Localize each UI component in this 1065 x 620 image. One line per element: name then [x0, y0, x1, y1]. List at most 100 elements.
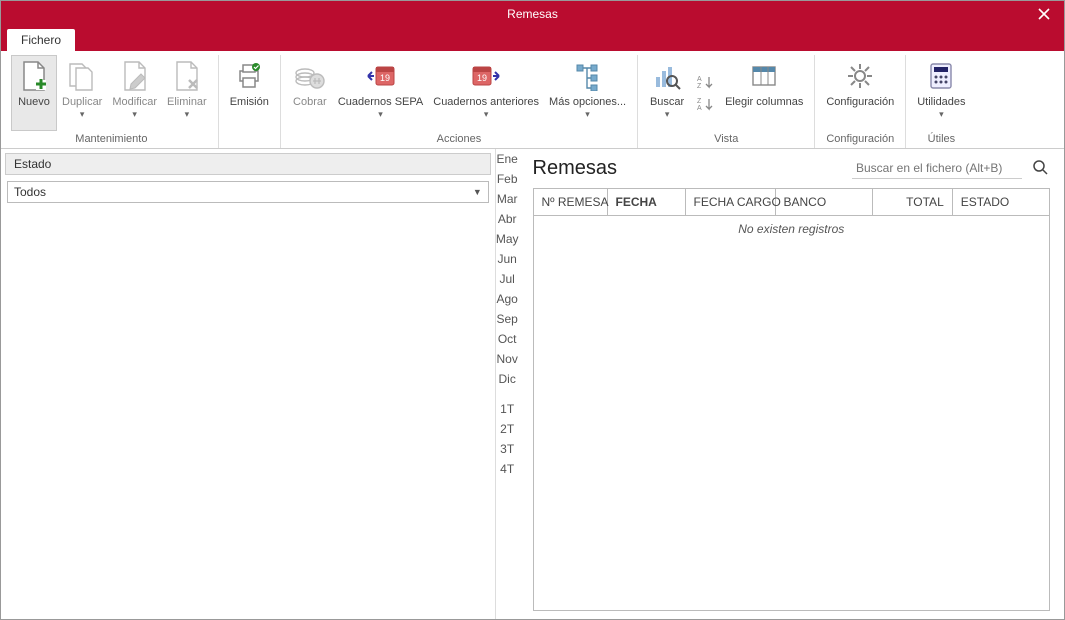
quarter-1t[interactable]: 1T [496, 399, 519, 419]
chevron-down-icon: ▾ [939, 109, 944, 120]
svg-text:19: 19 [380, 73, 390, 83]
ribbon-group-emision: Emisión [219, 55, 281, 148]
col-fecha[interactable]: FECHA [608, 189, 686, 215]
ribbon-group-configuracion: Configuración Configuración [815, 55, 906, 148]
month-may[interactable]: May [496, 229, 519, 249]
cuadernos-anteriores-label: Cuadernos anteriores [433, 96, 539, 109]
quarter-3t[interactable]: 3T [496, 439, 519, 459]
search-icon [1032, 159, 1048, 175]
month-dic[interactable]: Dic [496, 369, 519, 389]
calendar-right-icon: 19 [470, 61, 502, 91]
sort-asc-icon[interactable]: AZ [694, 72, 716, 92]
month-jun[interactable]: Jun [496, 249, 519, 269]
search-input[interactable] [852, 158, 1022, 179]
filter-estado-select[interactable]: Todos ▼ [7, 181, 489, 203]
ribbon-group-title: Vista [644, 131, 808, 149]
emision-button[interactable]: Emisión [225, 55, 274, 131]
close-button[interactable] [1024, 1, 1064, 27]
cuadernos-sepa-button[interactable]: 19 Cuadernos SEPA ▾ [333, 55, 428, 131]
ribbon-group-title: Mantenimiento [11, 131, 212, 149]
col-estado[interactable]: ESTADO [953, 189, 1049, 215]
col-num-remesa[interactable]: Nº REMESA [534, 189, 608, 215]
ribbon-group-title: Útiles [912, 131, 970, 149]
month-jul[interactable]: Jul [496, 269, 519, 289]
sort-desc-icon[interactable]: ZA [694, 94, 716, 114]
month-filter-column: Ene Feb Mar Abr May Jun Jul Ago Sep Oct … [496, 149, 519, 619]
month-abr[interactable]: Abr [496, 209, 519, 229]
filter-panel: Estado Todos ▼ [1, 149, 496, 619]
modificar-label: Modificar [112, 96, 157, 109]
nuevo-label: Nuevo [18, 96, 50, 109]
duplicar-button[interactable]: Duplicar ▾ [57, 55, 107, 131]
col-fecha-cargo[interactable]: FECHA CARGO [686, 189, 776, 215]
search-box [852, 157, 1050, 180]
search-button[interactable] [1030, 157, 1050, 180]
configuracion-button[interactable]: Configuración [821, 55, 899, 131]
cobrar-label: Cobrar [293, 96, 327, 109]
print-icon [234, 61, 264, 91]
delete-doc-icon [173, 60, 201, 92]
columns-icon [749, 61, 779, 91]
mas-opciones-label: Más opciones... [549, 96, 626, 109]
grid-empty-message: No existen registros [534, 216, 1050, 242]
sort-buttons[interactable]: AZ ZA [690, 55, 720, 131]
tab-fichero[interactable]: Fichero [7, 29, 75, 51]
body: Estado Todos ▼ Ene Feb Mar Abr May Jun J… [1, 149, 1064, 619]
calendar-left-icon: 19 [365, 61, 397, 91]
gear-icon [845, 61, 875, 91]
month-feb[interactable]: Feb [496, 169, 519, 189]
emision-label: Emisión [230, 96, 269, 109]
nuevo-button[interactable]: Nuevo [11, 55, 57, 131]
ribbon-group-utiles: Utilidades ▾ Útiles [906, 55, 976, 148]
month-nov[interactable]: Nov [496, 349, 519, 369]
svg-text:A: A [697, 105, 702, 111]
elegir-columnas-label: Elegir columnas [725, 96, 803, 109]
chevron-down-icon: ▾ [132, 109, 137, 120]
chevron-down-icon: ▾ [585, 109, 590, 120]
ribbon-group-title: Acciones [287, 131, 631, 149]
quarter-4t[interactable]: 4T [496, 459, 519, 479]
month-oct[interactable]: Oct [496, 329, 519, 349]
ribbon: Nuevo Duplicar ▾ Modificar ▾ Eliminar ▾ … [1, 51, 1064, 149]
window-title: Remesas [507, 7, 558, 21]
filter-estado-header: Estado [5, 153, 491, 175]
edit-doc-icon [121, 60, 149, 92]
buscar-label: Buscar [650, 96, 684, 109]
title-bar: Remesas [1, 1, 1064, 27]
cobrar-button[interactable]: Cobrar [287, 55, 333, 131]
page-title: Remesas [533, 157, 617, 180]
utilidades-label: Utilidades [917, 96, 965, 109]
month-ene[interactable]: Ene [496, 149, 519, 169]
chevron-down-icon: ▾ [665, 109, 670, 120]
mas-opciones-button[interactable]: Más opciones... ▾ [544, 55, 631, 131]
svg-text:A: A [697, 76, 702, 83]
ribbon-group-vista: Buscar ▾ AZ ZA Elegir columnas Vista [638, 55, 815, 148]
month-mar[interactable]: Mar [496, 189, 519, 209]
data-grid: Nº REMESA FECHA FECHA CARGO BANCO TOTAL … [533, 188, 1051, 611]
duplicate-icon [67, 60, 97, 92]
modificar-button[interactable]: Modificar ▾ [107, 55, 162, 131]
cuadernos-sepa-label: Cuadernos SEPA [338, 96, 423, 109]
quarter-2t[interactable]: 2T [496, 419, 519, 439]
cuadernos-anteriores-button[interactable]: 19 Cuadernos anteriores ▾ [428, 55, 544, 131]
month-ago[interactable]: Ago [496, 289, 519, 309]
eliminar-button[interactable]: Eliminar ▾ [162, 55, 212, 131]
chevron-down-icon: ▾ [378, 109, 383, 120]
main-content: Remesas Nº REMESA FECHA FECHA CARGO BANC… [519, 149, 1065, 619]
search-chart-icon [652, 61, 682, 91]
utilidades-button[interactable]: Utilidades ▾ [912, 55, 970, 131]
chevron-down-icon: ▾ [484, 109, 489, 120]
col-total[interactable]: TOTAL [873, 189, 953, 215]
svg-text:Z: Z [697, 98, 702, 105]
col-banco[interactable]: BANCO [776, 189, 873, 215]
ribbon-group-title: Configuración [821, 131, 899, 149]
elegir-columnas-button[interactable]: Elegir columnas [720, 55, 808, 131]
buscar-button[interactable]: Buscar ▾ [644, 55, 690, 131]
ribbon-group-mantenimiento: Nuevo Duplicar ▾ Modificar ▾ Eliminar ▾ … [5, 55, 219, 148]
new-doc-icon [20, 60, 48, 92]
svg-text:Z: Z [697, 83, 702, 89]
chevron-down-icon: ▾ [80, 109, 85, 120]
filter-estado-value: Todos [14, 185, 46, 199]
cobrar-icon [294, 61, 326, 91]
month-sep[interactable]: Sep [496, 309, 519, 329]
